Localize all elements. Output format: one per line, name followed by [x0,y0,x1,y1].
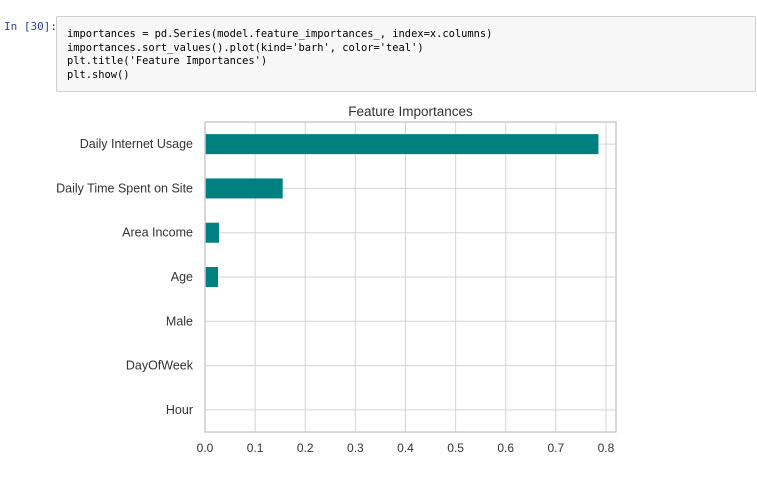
x-tick-label: 0.3 [347,441,364,455]
y-tick-label: Hour [166,403,193,417]
bar [205,267,219,287]
code-line: plt.show() [67,68,130,81]
code-line: plt.title('Feature Importances') [67,55,268,68]
bar [205,134,599,155]
x-tick-label: 0.6 [497,441,514,455]
x-tick-label: 0.2 [297,441,314,455]
x-tick-label: 0.1 [247,441,264,455]
bar [205,222,220,243]
x-tick-label: 0.8 [598,441,615,455]
y-tick-label: Area Income [122,226,193,240]
code-editor[interactable]: importances = pd.Series(model.feature_im… [67,28,492,82]
feature-importances-chart: 0.0 0.1 0.2 0.3 0.4 0.5 0.6 0.7 0.8 Daily Interne… [56,104,617,455]
y-tick-label: Daily Internet Usage [80,137,193,151]
x-tick-label: 0.0 [197,441,214,455]
code-cell[interactable]: importances = pd.Series(model.feature_im… [56,16,756,92]
x-tick-label: 0.7 [548,441,565,455]
bar [205,178,283,199]
y-tick-label: Male [166,314,193,328]
x-tick-label: 0.5 [447,441,464,455]
chart-title: Feature Importances [348,104,473,119]
code-line: importances = pd.Series(model.feature_im… [67,28,493,40]
y-tick-label: Age [171,270,193,284]
cell-prompt: In [30]: [4,20,57,33]
code-line: importances.sort_values().plot(kind='bar… [67,41,424,54]
y-tick-label: Daily Time Spent on Site [56,181,193,195]
y-tick-label: DayOfWeek [126,359,194,373]
x-tick-label: 0.4 [397,441,414,455]
